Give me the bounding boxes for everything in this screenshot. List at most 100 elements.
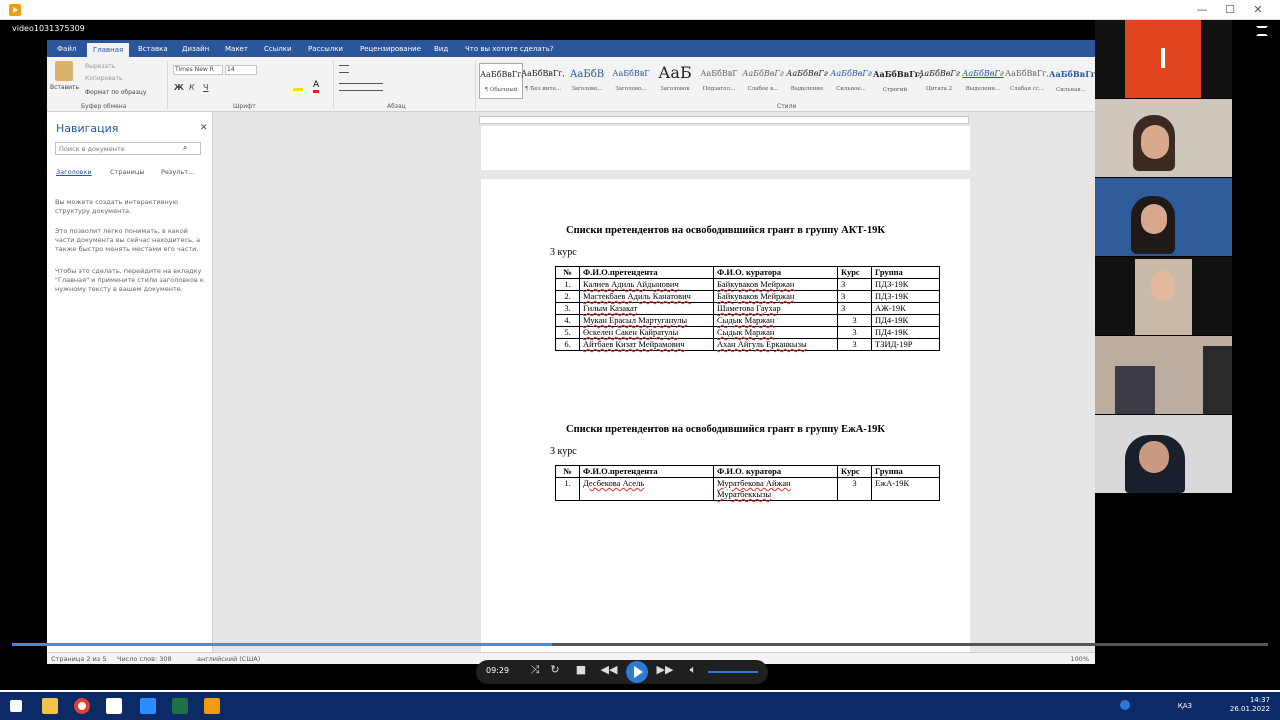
window-title-bar: — ☐ ✕ [0, 0, 1280, 20]
font-size-select[interactable]: 14 [225, 65, 257, 75]
forward-icon[interactable]: ▶▶ [656, 663, 674, 676]
cell: 1. [555, 477, 580, 501]
bullets-icon[interactable] [339, 65, 349, 73]
play-button[interactable] [626, 661, 648, 683]
style-normal[interactable]: АаБбВвГг, ¶ Обычный [479, 63, 524, 99]
nav-tab-pages[interactable]: Страницы [110, 168, 144, 176]
zoom-app-icon[interactable] [140, 698, 156, 714]
highlight-icon[interactable] [293, 83, 303, 91]
chrome-icon[interactable] [74, 698, 90, 714]
font-name-select[interactable]: Times New R [173, 65, 223, 75]
course-label-1: 3 курс [550, 247, 577, 258]
tab-view[interactable]: Вид [434, 45, 448, 53]
zoom-level[interactable]: 100% [1070, 655, 1089, 663]
media-player-icon[interactable] [204, 698, 220, 714]
taskbar: ҚАЗ 14:37 26.01.2022 [0, 692, 1280, 720]
paste-button[interactable]: Вставить [50, 84, 79, 91]
tab-layout[interactable]: Макет [225, 45, 248, 53]
tab-file[interactable]: Файл [57, 45, 76, 53]
file-explorer-icon[interactable] [42, 698, 58, 714]
windows-start-icon[interactable] [10, 700, 22, 712]
nav-tab-results[interactable]: Результ... [161, 168, 194, 176]
page-count[interactable]: Страница 2 из 5 [51, 655, 106, 663]
style-quote2[interactable]: АаБбВвГг Цитата 2 [917, 63, 961, 99]
search-icon[interactable]: ⌕ [183, 143, 187, 153]
tab-home[interactable]: Главная [87, 43, 130, 57]
input-language[interactable]: ҚАЗ [1178, 702, 1192, 710]
col-candidate: Ф.И.О.претендента [579, 266, 714, 279]
style-name: ¶ Без инте... [524, 86, 562, 92]
minimize-button[interactable]: — [1188, 2, 1216, 18]
player-controls: 09:29 ⤨ ↻ ■ ◀◀ ▶▶ 🔈︎ [476, 660, 768, 684]
tab-review[interactable]: Рецензирование [360, 45, 421, 53]
notepad-icon[interactable] [106, 698, 122, 714]
nav-title: Навигация [56, 122, 119, 135]
playback-time: 09:29 [486, 666, 510, 675]
cell: ТЗИД-19Р [871, 338, 940, 351]
align-icons[interactable] [339, 83, 383, 91]
person-silhouette [1203, 346, 1232, 414]
horizontal-ruler[interactable] [479, 116, 969, 124]
stop-icon[interactable]: ■ [572, 663, 590, 676]
rewind-icon[interactable]: ◀◀ [600, 663, 618, 676]
style-heading2[interactable]: АаБбВвГ Заголово... [609, 63, 653, 99]
excel-icon[interactable] [172, 698, 188, 714]
style-intense-quote[interactable]: АаБбВвГг Выделенн... [961, 63, 1005, 99]
clock-time: 14:37 [1249, 696, 1270, 704]
fullscreen-icon[interactable] [1256, 26, 1268, 36]
cell: Ахан Айгуль Ерканкызы [713, 338, 838, 351]
style-sample: АаБбВвГг [786, 69, 828, 78]
document-area[interactable]: Списки претендентов на освободившийся гр… [213, 126, 1095, 659]
styles-group-label: Стили [777, 103, 797, 110]
style-emphasis[interactable]: АаБбВвГг Выделение [785, 63, 829, 99]
volume-slider[interactable] [708, 671, 758, 673]
system-clock[interactable]: 14:37 26.01.2022 [1230, 696, 1270, 714]
tab-mailings[interactable]: Рассылки [308, 45, 343, 53]
style-intense-ref[interactable]: АаБбВвГг Сильная... [1049, 63, 1095, 99]
underline-button[interactable]: Ч [203, 83, 208, 92]
cell: Мастекбаев Адиль Канатович [579, 290, 714, 303]
bold-button[interactable]: Ж [174, 83, 184, 92]
person-face [1141, 204, 1167, 234]
word-count[interactable]: Число слов: 308 [117, 655, 172, 663]
close-icon[interactable]: ✕ [200, 123, 208, 133]
format-painter-button[interactable]: Формат по образцу [85, 89, 146, 96]
progress-fill [12, 643, 553, 646]
candidates-table-1: № Ф.И.О.претендента Ф.И.О. куратора Курс… [555, 266, 940, 351]
cell: ПДЗ-19К [871, 278, 940, 291]
cell: Шаметова Гаухар [713, 302, 838, 315]
style-strong[interactable]: АаБбВвГг, Строгий [873, 63, 922, 99]
paste-icon[interactable] [55, 61, 73, 81]
repeat-icon[interactable]: ↻ [546, 663, 564, 676]
table-row: 3. Гилым Казакат Шаметова Гаухар 3 АЖ-19К [555, 302, 940, 315]
playback-progress-bar[interactable] [12, 643, 1268, 646]
tell-me-box[interactable]: Что вы хотите сделать? [465, 45, 554, 53]
font-color-icon[interactable]: A [313, 81, 320, 93]
language[interactable]: английский (США) [197, 655, 260, 663]
shuffle-icon[interactable]: ⤨ [526, 663, 544, 677]
nav-search-input[interactable]: Поиск в документе [55, 142, 201, 155]
style-subtle-ref[interactable]: АаБбВвГг, Слабая сс... [1005, 63, 1049, 99]
style-subtle-emphasis[interactable]: АаБбВвГг Слабое в... [741, 63, 785, 99]
style-title[interactable]: АаБ Заголовок [653, 63, 697, 99]
style-heading1[interactable]: АаБбВ Заголово... [565, 63, 609, 99]
heading-group-ezha: Списки претендентов на освободившийся гр… [565, 424, 885, 435]
divider [475, 61, 476, 109]
style-subtitle[interactable]: АаБбВвГ Подзагол... [697, 63, 741, 99]
style-no-spacing[interactable]: АаБбВвГг, ¶ Без инте... [521, 63, 565, 99]
cut-button[interactable]: Вырезать [85, 63, 115, 70]
copy-button[interactable]: Копировать [85, 75, 122, 82]
maximize-button[interactable]: ☐ [1216, 2, 1244, 18]
italic-button[interactable]: К [189, 83, 195, 92]
volume-icon[interactable]: 🔈︎ [684, 663, 702, 677]
person-face [1139, 441, 1169, 473]
close-button[interactable]: ✕ [1244, 2, 1272, 18]
tab-references[interactable]: Ссылки [264, 45, 292, 53]
style-intense-emphasis[interactable]: АаБбВвГг Сильное... [829, 63, 873, 99]
nav-tab-headings[interactable]: Заголовки [56, 168, 92, 176]
tab-design[interactable]: Дизайн [182, 45, 209, 53]
bluetooth-icon[interactable] [1120, 700, 1130, 710]
tab-insert[interactable]: Вставка [138, 45, 168, 53]
cell: 3. [555, 302, 580, 315]
col-num: № [555, 465, 580, 478]
